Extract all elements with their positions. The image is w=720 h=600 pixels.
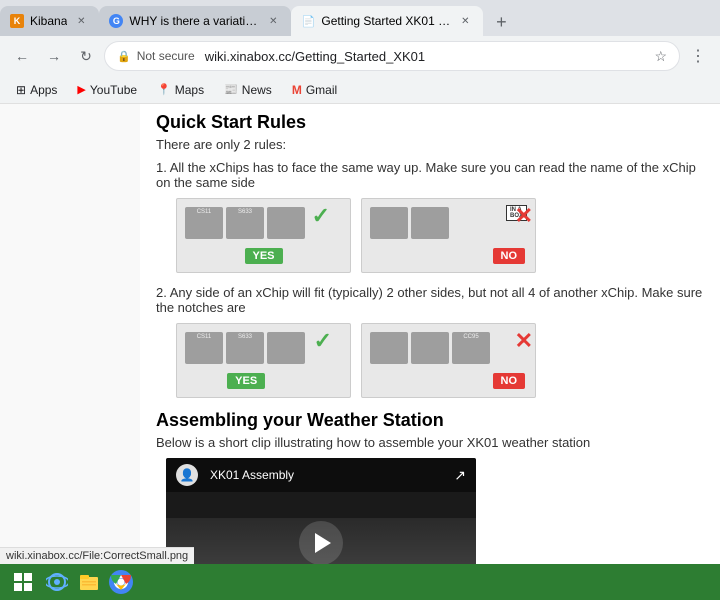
- bookmark-youtube[interactable]: ▶ YouTube: [69, 81, 145, 99]
- rule-1-no-badge: NO: [493, 248, 526, 264]
- taskbar: [0, 564, 720, 600]
- apps-favicon: ⊞: [16, 83, 26, 97]
- new-tab-button[interactable]: +: [487, 8, 515, 36]
- video-avatar: 👤: [176, 464, 198, 486]
- nav-bar: ← → ↻ 🔒 Not secure wiki.xinabox.cc/Getti…: [0, 36, 720, 76]
- address-bar[interactable]: 🔒 Not secure wiki.xinabox.cc/Getting_Sta…: [104, 41, 680, 71]
- tab-kibana-close[interactable]: ✕: [73, 13, 89, 29]
- rule-2-text: Any side of an xChip will fit (typically…: [156, 285, 702, 315]
- bookmark-apps[interactable]: ⊞ Apps: [8, 81, 65, 99]
- reload-button[interactable]: ↻: [72, 42, 100, 70]
- news-label: News: [242, 83, 272, 97]
- taskbar-chrome-icon[interactable]: [108, 569, 134, 595]
- rule-1-images: CS11 S633 ✓ YES: [176, 198, 704, 273]
- maps-label: Maps: [175, 83, 204, 97]
- youtube-label: YouTube: [90, 83, 137, 97]
- main-content: Quick Start Rules There are only 2 rules…: [140, 104, 720, 564]
- share-icon[interactable]: ↗: [454, 467, 466, 484]
- tab-why[interactable]: G WHY is there a variation in visibi... …: [99, 6, 291, 36]
- page-favicon: 📄: [301, 14, 315, 28]
- forward-button[interactable]: →: [40, 42, 68, 70]
- rule-2-yes-badge: YES: [227, 373, 265, 389]
- news-favicon: 📰: [224, 83, 238, 96]
- rule-1-no-image: IN A BOX ✕ NO: [361, 198, 536, 273]
- bookmark-maps[interactable]: 📍 Maps: [149, 81, 212, 99]
- back-button[interactable]: ←: [8, 42, 36, 70]
- rule-1-cross-icon: ✕: [515, 203, 533, 229]
- rule-2-yes-image: CS11 S633 ✓ YES: [176, 323, 351, 398]
- rule-2-check-icon: ✓: [314, 328, 332, 354]
- gmail-label: Gmail: [306, 83, 337, 97]
- rule-1-number: 1.: [156, 160, 170, 175]
- bookmark-gmail[interactable]: M Gmail: [284, 81, 345, 99]
- tab-bar: K Kibana ✕ G WHY is there a variation in…: [0, 0, 720, 36]
- quick-start-title: Quick Start Rules: [156, 112, 704, 133]
- chrome-menu-button[interactable]: ⋮: [684, 42, 712, 70]
- start-button[interactable]: [8, 568, 38, 596]
- apps-label: Apps: [30, 83, 57, 97]
- taskbar-files-icon[interactable]: [76, 569, 102, 595]
- rule-2-no-badge: NO: [493, 373, 526, 389]
- rule-1-yes-badge: YES: [244, 248, 282, 264]
- maps-favicon: 📍: [157, 83, 171, 96]
- tab-kibana[interactable]: K Kibana ✕: [0, 6, 99, 36]
- google-favicon: G: [109, 14, 123, 28]
- kibana-favicon: K: [10, 14, 24, 28]
- status-url: wiki.xinabox.cc/File:CorrectSmall.png: [6, 550, 188, 562]
- rule-2: 2. Any side of an xChip will fit (typica…: [156, 285, 704, 315]
- tab-getting-started-title: Getting Started XK01 - XinaBox ...: [321, 14, 451, 28]
- taskbar-ie-icon[interactable]: [44, 569, 70, 595]
- tab-kibana-title: Kibana: [30, 14, 67, 28]
- rule-2-no-image: CC95 ✕ NO: [361, 323, 536, 398]
- security-icon: 🔒: [117, 50, 131, 63]
- rule-2-cross-icon: ✕: [515, 328, 533, 354]
- address-text: wiki.xinabox.cc/Getting_Started_XK01: [205, 49, 649, 64]
- quick-start-intro: There are only 2 rules:: [156, 137, 704, 152]
- video-title: XK01 Assembly: [210, 468, 294, 482]
- tab-getting-started-close[interactable]: ✕: [457, 13, 473, 29]
- gmail-favicon: M: [292, 83, 302, 97]
- tab-why-close[interactable]: ✕: [265, 13, 281, 29]
- status-bar: wiki.xinabox.cc/File:CorrectSmall.png: [0, 547, 194, 564]
- bookmarks-bar: ⊞ Apps ▶ YouTube 📍 Maps 📰 News M Gmail: [0, 76, 720, 104]
- video-container[interactable]: 👤 XK01 Assembly ↗: [166, 458, 476, 564]
- tab-getting-started[interactable]: 📄 Getting Started XK01 - XinaBox ... ✕: [291, 6, 483, 36]
- rule-1-check-icon: ✓: [312, 203, 330, 229]
- bookmark-news[interactable]: 📰 News: [216, 81, 280, 99]
- rule-2-images: CS11 S633 ✓ YES: [176, 323, 704, 398]
- rule-1-yes-image: CS11 S633 ✓ YES: [176, 198, 351, 273]
- bookmark-star-icon[interactable]: ☆: [654, 48, 667, 65]
- rule-1-text: All the xChips has to face the same way …: [156, 160, 696, 190]
- tab-why-title: WHY is there a variation in visibi...: [129, 14, 259, 28]
- assembling-section: Assembling your Weather Station Below is…: [156, 410, 704, 564]
- video-header: 👤 XK01 Assembly ↗: [166, 458, 476, 492]
- not-secure-label: Not secure: [137, 49, 195, 63]
- youtube-favicon: ▶: [77, 83, 85, 96]
- rule-1: 1. All the xChips has to face the same w…: [156, 160, 704, 190]
- video-play-button[interactable]: [299, 521, 343, 564]
- page-content: Quick Start Rules There are only 2 rules…: [0, 104, 720, 564]
- assembling-title: Assembling your Weather Station: [156, 410, 704, 431]
- rule-2-number: 2.: [156, 285, 170, 300]
- assembling-intro: Below is a short clip illustrating how t…: [156, 435, 704, 450]
- left-gutter: [0, 104, 140, 564]
